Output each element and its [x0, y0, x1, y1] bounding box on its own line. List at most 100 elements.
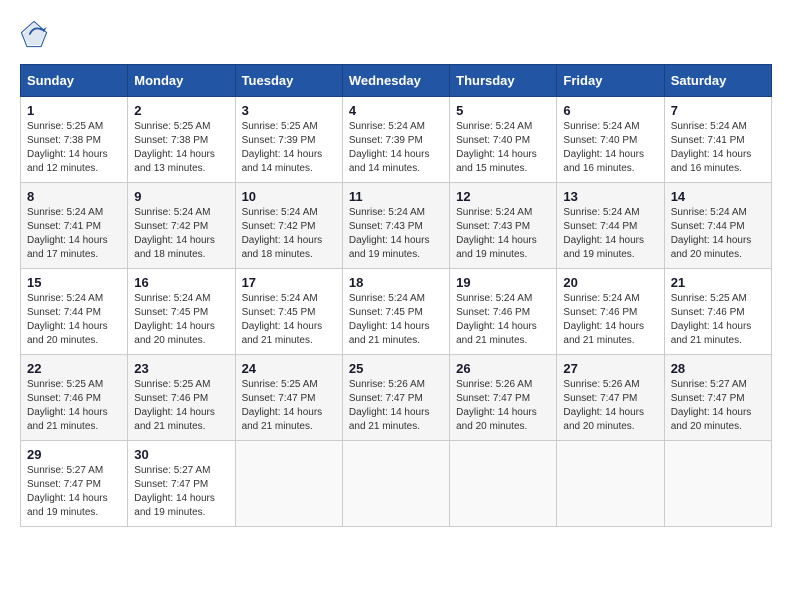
day-info: Sunrise: 5:24 AMSunset: 7:45 PMDaylight:…	[134, 292, 228, 348]
day-info: Sunrise: 5:24 AMSunset: 7:44 PMDaylight:…	[671, 206, 765, 262]
calendar-cell: 18Sunrise: 5:24 AMSunset: 7:45 PMDayligh…	[342, 269, 449, 355]
calendar-cell: 17 Sunrise: 5:24 AMSunset: 7:45 PMDayligh…	[235, 269, 342, 355]
day-number: 24	[242, 361, 336, 376]
calendar-cell	[664, 441, 771, 527]
day-info: Sunrise: 5:24 AMSunset: 7:43 PMDaylight:…	[456, 206, 550, 262]
calendar-week-row: 8 Sunrise: 5:24 AMSunset: 7:41 PMDaylight…	[21, 183, 772, 269]
day-number: 6	[563, 103, 657, 118]
calendar-cell: 10Sunrise: 5:24 AMSunset: 7:42 PMDayligh…	[235, 183, 342, 269]
day-number: 27	[563, 361, 657, 376]
day-info: Sunrise: 5:25 AMSunset: 7:38 PMDaylight:…	[27, 120, 121, 176]
calendar-cell: 29 Sunrise: 5:27 AMSunset: 7:47 PMDayligh…	[21, 441, 128, 527]
day-number: 28	[671, 361, 765, 376]
calendar-cell	[557, 441, 664, 527]
calendar-cell: 12 Sunrise: 5:24 AMSunset: 7:43 PMDayligh…	[450, 183, 557, 269]
day-info: Sunrise: 5:27 AMSunset: 7:47 PMDaylight:…	[134, 464, 228, 520]
day-info: Sunrise: 5:24 AMSunset: 7:42 PMDaylight:…	[242, 206, 336, 262]
day-number: 15	[27, 275, 121, 290]
weekday-header: Wednesday	[342, 65, 449, 97]
calendar-cell: 8 Sunrise: 5:24 AMSunset: 7:41 PMDaylight…	[21, 183, 128, 269]
calendar-table: SundayMondayTuesdayWednesdayThursdayFrid…	[20, 64, 772, 527]
calendar-cell: 11 Sunrise: 5:24 AMSunset: 7:43 PMDayligh…	[342, 183, 449, 269]
day-info: Sunrise: 5:24 AMSunset: 7:46 PMDaylight:…	[456, 292, 550, 348]
logo-icon	[20, 20, 48, 48]
day-info: Sunrise: 5:24 AMSunset: 7:39 PMDaylight:…	[349, 120, 443, 176]
day-number: 1	[27, 103, 121, 118]
calendar-cell: 22 Sunrise: 5:25 AMSunset: 7:46 PMDayligh…	[21, 355, 128, 441]
day-info: Sunrise: 5:24 AMSunset: 7:45 PMDaylight:…	[242, 292, 336, 348]
day-number: 30	[134, 447, 228, 462]
day-info: Sunrise: 5:24 AMSunset: 7:44 PMDaylight:…	[27, 292, 121, 348]
day-info: Sunrise: 5:24 AMSunset: 7:42 PMDaylight:…	[134, 206, 228, 262]
day-number: 19	[456, 275, 550, 290]
day-number: 4	[349, 103, 443, 118]
calendar-cell: 5Sunrise: 5:24 AMSunset: 7:40 PMDaylight…	[450, 97, 557, 183]
calendar-cell: 2Sunrise: 5:25 AMSunset: 7:38 PMDaylight…	[128, 97, 235, 183]
logo	[20, 20, 52, 48]
calendar-week-row: 1 Sunrise: 5:25 AMSunset: 7:38 PMDaylight…	[21, 97, 772, 183]
day-info: Sunrise: 5:24 AMSunset: 7:40 PMDaylight:…	[563, 120, 657, 176]
calendar-cell: 21 Sunrise: 5:25 AMSunset: 7:46 PMDayligh…	[664, 269, 771, 355]
calendar-cell: 30 Sunrise: 5:27 AMSunset: 7:47 PMDayligh…	[128, 441, 235, 527]
calendar-cell: 16Sunrise: 5:24 AMSunset: 7:45 PMDayligh…	[128, 269, 235, 355]
day-info: Sunrise: 5:25 AMSunset: 7:46 PMDaylight:…	[27, 378, 121, 434]
calendar-cell	[450, 441, 557, 527]
day-info: Sunrise: 5:24 AMSunset: 7:44 PMDaylight:…	[563, 206, 657, 262]
day-number: 8	[27, 189, 121, 204]
day-number: 22	[27, 361, 121, 376]
calendar-cell: 6 Sunrise: 5:24 AMSunset: 7:40 PMDaylight…	[557, 97, 664, 183]
day-number: 13	[563, 189, 657, 204]
day-number: 20	[563, 275, 657, 290]
calendar-cell	[342, 441, 449, 527]
weekday-header: Saturday	[664, 65, 771, 97]
day-info: Sunrise: 5:25 AMSunset: 7:38 PMDaylight:…	[134, 120, 228, 176]
day-info: Sunrise: 5:25 AMSunset: 7:39 PMDaylight:…	[242, 120, 336, 176]
page-header	[20, 20, 772, 48]
day-number: 9	[134, 189, 228, 204]
calendar-week-row: 15 Sunrise: 5:24 AMSunset: 7:44 PMDayligh…	[21, 269, 772, 355]
calendar-cell: 1 Sunrise: 5:25 AMSunset: 7:38 PMDaylight…	[21, 97, 128, 183]
day-number: 11	[349, 189, 443, 204]
day-info: Sunrise: 5:25 AMSunset: 7:46 PMDaylight:…	[671, 292, 765, 348]
day-number: 12	[456, 189, 550, 204]
day-info: Sunrise: 5:25 AMSunset: 7:47 PMDaylight:…	[242, 378, 336, 434]
calendar-cell: 19 Sunrise: 5:24 AMSunset: 7:46 PMDayligh…	[450, 269, 557, 355]
day-info: Sunrise: 5:25 AMSunset: 7:46 PMDaylight:…	[134, 378, 228, 434]
calendar-cell	[235, 441, 342, 527]
day-info: Sunrise: 5:26 AMSunset: 7:47 PMDaylight:…	[349, 378, 443, 434]
calendar-cell: 13 Sunrise: 5:24 AMSunset: 7:44 PMDayligh…	[557, 183, 664, 269]
calendar-cell: 23 Sunrise: 5:25 AMSunset: 7:46 PMDayligh…	[128, 355, 235, 441]
day-info: Sunrise: 5:24 AMSunset: 7:41 PMDaylight:…	[671, 120, 765, 176]
day-number: 23	[134, 361, 228, 376]
calendar-header-row: SundayMondayTuesdayWednesdayThursdayFrid…	[21, 65, 772, 97]
calendar-cell: 28Sunrise: 5:27 AMSunset: 7:47 PMDayligh…	[664, 355, 771, 441]
calendar-cell: 24 Sunrise: 5:25 AMSunset: 7:47 PMDayligh…	[235, 355, 342, 441]
calendar-cell: 25Sunrise: 5:26 AMSunset: 7:47 PMDayligh…	[342, 355, 449, 441]
day-info: Sunrise: 5:24 AMSunset: 7:43 PMDaylight:…	[349, 206, 443, 262]
day-info: Sunrise: 5:24 AMSunset: 7:46 PMDaylight:…	[563, 292, 657, 348]
calendar-cell: 20 Sunrise: 5:24 AMSunset: 7:46 PMDayligh…	[557, 269, 664, 355]
calendar-cell: 4 Sunrise: 5:24 AMSunset: 7:39 PMDaylight…	[342, 97, 449, 183]
day-info: Sunrise: 5:26 AMSunset: 7:47 PMDaylight:…	[456, 378, 550, 434]
calendar-cell: 14 Sunrise: 5:24 AMSunset: 7:44 PMDayligh…	[664, 183, 771, 269]
day-info: Sunrise: 5:26 AMSunset: 7:47 PMDaylight:…	[563, 378, 657, 434]
calendar-cell: 26 Sunrise: 5:26 AMSunset: 7:47 PMDayligh…	[450, 355, 557, 441]
day-number: 21	[671, 275, 765, 290]
calendar-week-row: 29 Sunrise: 5:27 AMSunset: 7:47 PMDayligh…	[21, 441, 772, 527]
day-number: 29	[27, 447, 121, 462]
day-number: 7	[671, 103, 765, 118]
day-info: Sunrise: 5:24 AMSunset: 7:41 PMDaylight:…	[27, 206, 121, 262]
day-number: 26	[456, 361, 550, 376]
day-number: 17	[242, 275, 336, 290]
calendar-week-row: 22 Sunrise: 5:25 AMSunset: 7:46 PMDayligh…	[21, 355, 772, 441]
day-info: Sunrise: 5:24 AMSunset: 7:40 PMDaylight:…	[456, 120, 550, 176]
calendar-cell: 7 Sunrise: 5:24 AMSunset: 7:41 PMDaylight…	[664, 97, 771, 183]
day-info: Sunrise: 5:27 AMSunset: 7:47 PMDaylight:…	[27, 464, 121, 520]
day-number: 14	[671, 189, 765, 204]
weekday-header: Sunday	[21, 65, 128, 97]
weekday-header: Tuesday	[235, 65, 342, 97]
calendar-cell: 3Sunrise: 5:25 AMSunset: 7:39 PMDaylight…	[235, 97, 342, 183]
calendar-cell: 9 Sunrise: 5:24 AMSunset: 7:42 PMDaylight…	[128, 183, 235, 269]
calendar-cell: 27 Sunrise: 5:26 AMSunset: 7:47 PMDayligh…	[557, 355, 664, 441]
weekday-header: Friday	[557, 65, 664, 97]
